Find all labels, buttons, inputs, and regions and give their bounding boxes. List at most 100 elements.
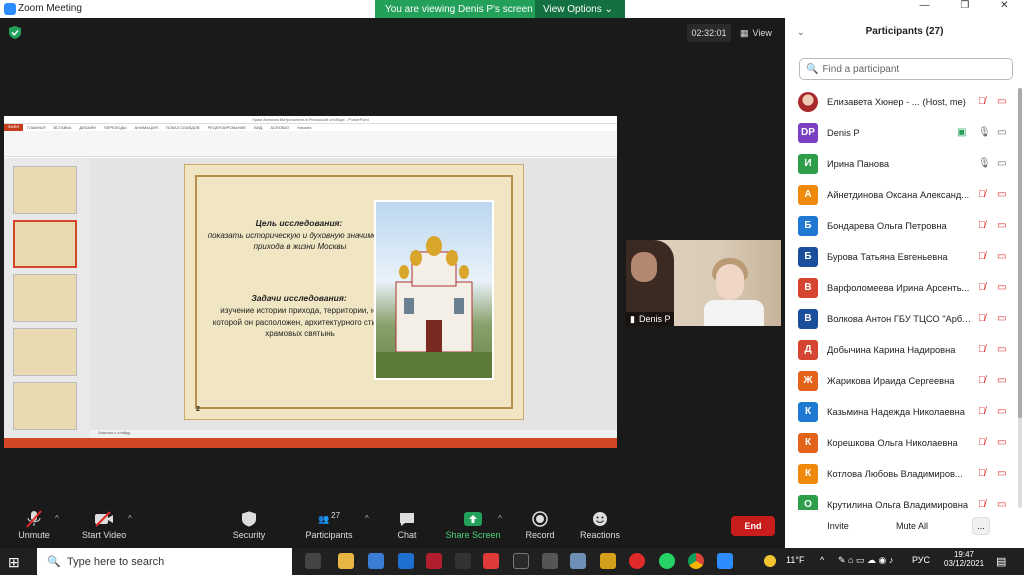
mail-icon[interactable] [398, 553, 414, 569]
invite-button[interactable]: Invite [820, 517, 856, 535]
search-placeholder: Find a participant [822, 63, 900, 75]
participant-row[interactable]: Б Бондарева Ольга Петровна 🎙̸ ▭ [785, 210, 1024, 241]
ppt-tab[interactable]: ДИЗАЙН [75, 125, 99, 130]
ppt-tab[interactable]: ПЕРЕХОДЫ [100, 125, 131, 130]
view-options-button[interactable]: View Options ⌄ [535, 0, 625, 18]
share-screen-button[interactable]: Share Screen [443, 510, 503, 540]
participants-icon: 👥 [317, 513, 330, 524]
goal-text: показать историческую и духовную значимо… [207, 231, 393, 251]
whatsapp-icon[interactable] [659, 553, 675, 569]
ppt-tab[interactable]: РЕЦЕНЗИРОВАНИЕ [204, 125, 250, 130]
participants-options-caret[interactable]: ^ [365, 514, 369, 523]
participants-button[interactable]: 👥 27 Participants [299, 510, 359, 541]
participant-name: Айнетдинова Оксана Александ... [827, 190, 973, 200]
muted-mic-icon: 🎙̸ [978, 406, 986, 417]
game-icon[interactable] [542, 553, 558, 569]
ppt-tab[interactable]: ВСТАВКА [49, 125, 75, 130]
participant-row[interactable]: О Крутилина Ольга Владимировна 🎙̸ ▭ [785, 489, 1024, 510]
muted-mic-icon [26, 510, 42, 528]
scrollbar-thumb[interactable] [1018, 88, 1022, 418]
share-screen-icon [464, 512, 482, 526]
start-video-button[interactable]: Start Video [74, 510, 134, 540]
restore-icon[interactable]: ❐ [960, 0, 969, 18]
video-off-icon [95, 511, 113, 527]
app-icon[interactable] [455, 553, 471, 569]
task-view-icon[interactable] [305, 553, 321, 569]
tray-icons[interactable]: ✎ ⌂ ▭ ☁ ◉ ♪ [838, 555, 893, 566]
participant-row[interactable]: Б Бурова Татьяна Евгеньевна 🎙̸ ▭ [785, 241, 1024, 272]
participant-row[interactable]: В Варфоломеева Ирина Арсенть... 🎙̸ ▭ [785, 272, 1024, 303]
participant-scrollbar[interactable] [1018, 88, 1022, 508]
participant-name-text: Denis P [827, 127, 860, 138]
ppt-ribbon-tabs: ФАЙЛ ГЛАВНАЯ ВСТАВКА ДИЗАЙН ПЕРЕХОДЫ АНИМАЦИЯ… [4, 124, 617, 131]
share-options-caret[interactable]: ^ [498, 514, 502, 523]
zoom-taskbar-icon[interactable] [717, 553, 733, 569]
reactions-button[interactable]: Reactions [570, 510, 630, 540]
search-icon: 🔍 [806, 63, 819, 75]
slide-thumbnail [13, 274, 77, 322]
participant-row[interactable]: DP Denis P ▣ 🎙 ▭ [785, 117, 1024, 148]
participant-row[interactable]: К Казьмина Надежда Николаевна 🎙̸ ▭ [785, 396, 1024, 427]
security-icon [242, 511, 256, 527]
participant-avatar: А [798, 184, 818, 205]
participant-avatar: Б [798, 215, 818, 236]
security-shield-icon[interactable] [9, 26, 21, 39]
participant-name-text: Бурова Татьяна Евгеньевна [827, 251, 948, 262]
minimize-icon[interactable]: — [919, 0, 929, 18]
participant-row[interactable]: Д Добычина Карина Надировна 🎙̸ ▭ [785, 334, 1024, 365]
antivirus-icon[interactable] [426, 553, 442, 569]
weather-icon[interactable] [764, 555, 776, 567]
end-meeting-button[interactable]: End [731, 516, 775, 536]
record-button[interactable]: Record [510, 510, 570, 540]
yandex-browser-icon[interactable] [629, 553, 645, 569]
file-explorer-icon[interactable] [338, 553, 354, 569]
slide-number: 2 [196, 406, 200, 413]
clock[interactable]: 19:47 03/12/2021 [944, 550, 984, 568]
participant-row[interactable]: К Котлова Любовь Владимиров... 🎙̸ ▭ [785, 458, 1024, 489]
mute-all-button[interactable]: Mute All [890, 517, 934, 535]
participant-row[interactable]: Елизавета Хюнер - ... (Host, me) 🎙̸ ▭ [785, 86, 1024, 117]
security-button[interactable]: Security [219, 510, 279, 540]
yandex-icon[interactable] [483, 553, 499, 569]
taskbar-search-input[interactable]: 🔍 Type here to search [37, 548, 292, 575]
view-button[interactable]: ▦ View [740, 24, 772, 42]
ppt-tab[interactable]: ВИД [250, 125, 266, 130]
participant-row[interactable]: И Ирина Панова 🎙 ▭ [785, 148, 1024, 179]
language-indicator[interactable]: РУС [912, 555, 930, 565]
terminal-icon[interactable] [513, 553, 529, 569]
participant-row[interactable]: В Волкова Антон ГБУ ТЦСО "Арбат" 🎙̸ ▭ [785, 303, 1024, 334]
shared-screen[interactable]: Храм Алексия Митрополита в Рогожской сло… [4, 116, 617, 448]
participant-name: Жарикова Ираида Сергеевна [827, 376, 973, 386]
more-options-button[interactable]: ... [972, 517, 990, 535]
participant-row[interactable]: Ж Жарикова Ираида Сергеевна 🎙̸ ▭ [785, 365, 1024, 396]
ppt-tab[interactable]: ГЛАВНАЯ [23, 125, 49, 130]
temperature[interactable]: 11°F [786, 555, 804, 565]
window-titlebar: Zoom Meeting You are viewing Denis P's s… [0, 0, 785, 18]
ppt-tab[interactable]: Начало [293, 125, 315, 130]
store-icon[interactable] [368, 553, 384, 569]
ppt-tab[interactable]: ACROBAT [266, 125, 293, 130]
chrome-icon[interactable] [688, 553, 704, 569]
windows-start-icon[interactable]: ⊞ [8, 554, 20, 571]
tray-chevron-icon[interactable]: ^ [820, 555, 824, 565]
audio-options-caret[interactable]: ^ [55, 514, 59, 523]
participant-video[interactable]: ▮ Denis P [626, 240, 781, 326]
viewing-text: You are viewing Denis P's screen [385, 3, 533, 15]
video-off-icon: ▭ [997, 313, 1007, 324]
notifications-icon[interactable]: ▤ [996, 555, 1006, 568]
participant-search-input[interactable]: 🔍 Find a participant [799, 58, 1013, 80]
participant-row[interactable]: К Корешкова Ольга Николаевна 🎙̸ ▭ [785, 427, 1024, 458]
ppt-tab[interactable]: ФАЙЛ [4, 124, 24, 131]
muted-mic-icon: 🎙̸ [978, 220, 986, 231]
unmute-label: Unmute [18, 530, 50, 540]
chat-button[interactable]: Chat [377, 510, 437, 540]
participant-row[interactable]: А Айнетдинова Оксана Александ... 🎙̸ ▭ [785, 179, 1024, 210]
muted-mic-icon: 🎙̸ [978, 468, 986, 479]
window-title: Zoom Meeting [18, 3, 82, 14]
app3-icon[interactable] [600, 553, 616, 569]
ppt-tab[interactable]: АНИМАЦИЯ [131, 125, 162, 130]
ppt-tab[interactable]: ПОКАЗ СЛАЙДОВ [162, 125, 204, 130]
video-options-caret[interactable]: ^ [128, 514, 132, 523]
close-icon[interactable]: ✕ [1000, 0, 1008, 18]
app2-icon[interactable] [570, 553, 586, 569]
